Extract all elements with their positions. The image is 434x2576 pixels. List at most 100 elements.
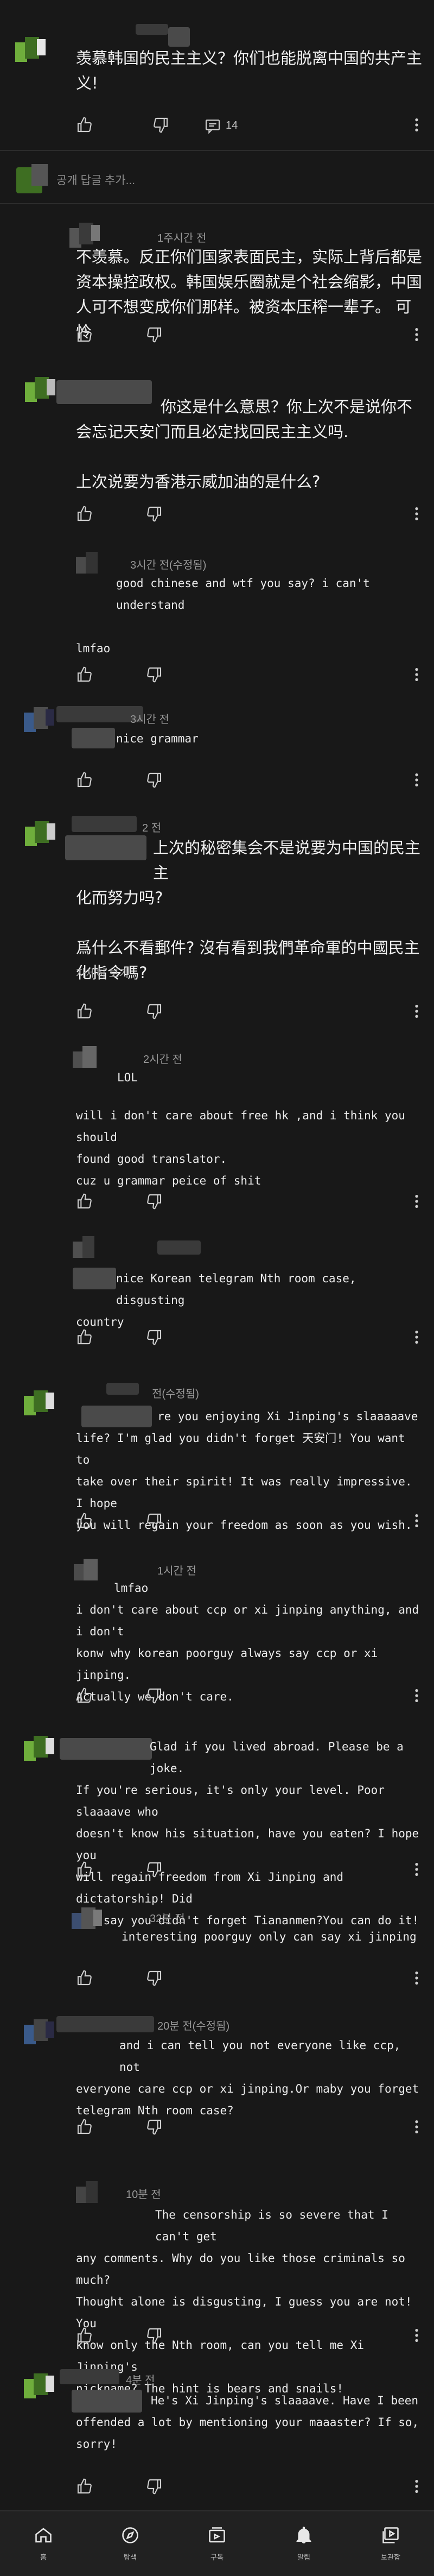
reply-actions bbox=[76, 505, 239, 527]
dislike-icon[interactable] bbox=[145, 1969, 163, 1987]
more-icon[interactable] bbox=[408, 1969, 425, 1987]
like-icon[interactable] bbox=[76, 326, 93, 343]
reply-avatar[interactable] bbox=[76, 2181, 98, 2203]
like-icon[interactable] bbox=[76, 771, 93, 789]
reply-avatar[interactable] bbox=[24, 707, 54, 738]
reply-text: interesting poorguy only can say xi jinp… bbox=[122, 1930, 417, 1943]
dislike-icon[interactable] bbox=[145, 326, 163, 343]
like-icon[interactable] bbox=[76, 1969, 93, 1987]
author-blur bbox=[106, 1383, 139, 1395]
like-icon[interactable] bbox=[76, 2327, 93, 2344]
more-icon[interactable] bbox=[408, 1328, 425, 1346]
reply-avatar[interactable] bbox=[73, 1236, 94, 1258]
nav-label: 보관함 bbox=[381, 2553, 400, 2561]
like-icon[interactable] bbox=[76, 1003, 93, 1020]
more-icon[interactable] bbox=[408, 2327, 425, 2344]
reply-count: 14 bbox=[226, 119, 238, 131]
author-blur bbox=[60, 2369, 119, 2384]
nav-explore[interactable]: 탐색 bbox=[87, 2511, 174, 2576]
dislike-icon[interactable] bbox=[145, 2118, 163, 2136]
like-icon[interactable] bbox=[76, 1861, 93, 1878]
reply-time: 20분 전(수정됨) bbox=[157, 2020, 230, 2032]
more-icon[interactable] bbox=[408, 2478, 425, 2495]
like-icon[interactable] bbox=[76, 505, 93, 522]
reply-avatar[interactable] bbox=[24, 1390, 54, 1421]
divider bbox=[0, 203, 434, 204]
nav-notifications[interactable]: 알림 bbox=[260, 2511, 347, 2576]
reply-avatar[interactable] bbox=[76, 552, 98, 574]
more-icon[interactable] bbox=[408, 116, 425, 134]
dislike-icon[interactable] bbox=[145, 1687, 163, 1704]
reply-actions bbox=[76, 326, 239, 348]
reply-avatar[interactable] bbox=[24, 1736, 54, 1766]
reply-actions bbox=[76, 1193, 239, 1214]
reply-text: and i can tell you not everyone like ccp… bbox=[76, 2039, 419, 2117]
bottom-nav: 홈 탐색 구독 알림 보관함 bbox=[0, 2510, 434, 2576]
dislike-icon[interactable] bbox=[145, 1193, 163, 1210]
more-icon[interactable] bbox=[408, 1861, 425, 1878]
dislike-icon[interactable] bbox=[145, 2478, 163, 2495]
nav-library[interactable]: 보관함 bbox=[347, 2511, 434, 2576]
like-icon[interactable] bbox=[76, 1328, 93, 1346]
reply-time: 2시간 전 bbox=[143, 1054, 182, 1066]
nav-subscriptions[interactable]: 구독 bbox=[174, 2511, 260, 2576]
reply-text: The censorship is so severe that I can't… bbox=[76, 2208, 412, 2395]
more-icon[interactable] bbox=[408, 1193, 425, 1210]
nav-label: 탐색 bbox=[124, 2553, 137, 2561]
more-icon[interactable] bbox=[408, 2118, 425, 2136]
reply-actions bbox=[76, 1512, 239, 1534]
more-icon[interactable] bbox=[408, 1003, 425, 1020]
dislike-icon[interactable] bbox=[145, 771, 163, 789]
reply-avatar[interactable] bbox=[25, 821, 55, 852]
more-icon[interactable] bbox=[408, 1687, 425, 1704]
like-icon[interactable] bbox=[76, 1512, 93, 1529]
reply-actions bbox=[76, 771, 239, 793]
top-comment-actions: 14 bbox=[76, 116, 423, 138]
like-icon[interactable] bbox=[76, 116, 93, 134]
dislike-icon[interactable] bbox=[145, 1512, 163, 1529]
reply-avatar[interactable] bbox=[73, 1046, 105, 1068]
reply-actions bbox=[76, 1687, 239, 1709]
like-icon[interactable] bbox=[76, 1193, 93, 1210]
dislike-icon[interactable] bbox=[145, 505, 163, 522]
like-icon[interactable] bbox=[76, 2118, 93, 2136]
more-icon[interactable] bbox=[408, 771, 425, 789]
reply-actions bbox=[76, 2118, 239, 2140]
reply-text: LOL will i don't care about free hk ,and… bbox=[76, 1071, 405, 1187]
reply-input-placeholder[interactable]: 공개 답글 추가... bbox=[56, 172, 135, 188]
reply-time: 4분 전 bbox=[126, 2375, 155, 2386]
more-icon[interactable] bbox=[408, 326, 425, 343]
dislike-icon[interactable] bbox=[145, 666, 163, 683]
like-icon[interactable] bbox=[76, 1687, 93, 1704]
top-comment-author-blur-2 bbox=[168, 27, 190, 47]
top-comment-author-blur bbox=[136, 24, 168, 35]
nav-home[interactable]: 홈 bbox=[0, 2511, 87, 2576]
reply-avatar[interactable] bbox=[24, 2373, 54, 2404]
reply-actions bbox=[76, 2327, 239, 2348]
top-comment-text: 羡慕韩国的民主主义？你们也能脱离中国的共产主 义! bbox=[76, 49, 423, 92]
dislike-icon[interactable] bbox=[145, 2327, 163, 2344]
more-icon[interactable] bbox=[408, 666, 425, 683]
like-icon[interactable] bbox=[76, 666, 93, 683]
reply-avatar[interactable] bbox=[24, 2019, 54, 2050]
nav-label: 구독 bbox=[210, 2553, 224, 2561]
translate-link[interactable]: 자세히 보기 bbox=[76, 965, 129, 980]
like-icon[interactable] bbox=[76, 2478, 93, 2495]
reply-avatar[interactable] bbox=[25, 377, 55, 407]
dislike-icon[interactable] bbox=[145, 1861, 163, 1878]
reply-text: 上次的秘密集会不是说要为中国的民主主 化而努力吗? 爲什么不看郵件? 沒有看到我… bbox=[76, 839, 421, 982]
more-icon[interactable] bbox=[408, 505, 425, 522]
top-comment-avatar[interactable] bbox=[15, 37, 46, 67]
reply-icon[interactable] bbox=[204, 117, 221, 135]
more-icon[interactable] bbox=[408, 1512, 425, 1529]
dislike-icon[interactable] bbox=[145, 1328, 163, 1346]
dislike-icon[interactable] bbox=[145, 1003, 163, 1020]
reply-text: He's Xi Jinping's slaaaave. Have I been … bbox=[76, 2394, 419, 2451]
reply-compose[interactable]: 공개 답글 추가... bbox=[0, 151, 434, 203]
dislike-icon[interactable] bbox=[152, 116, 169, 134]
library-icon bbox=[381, 2525, 400, 2545]
author-blur bbox=[72, 816, 137, 832]
nav-label: 홈 bbox=[40, 2553, 47, 2561]
home-icon bbox=[34, 2525, 53, 2545]
reply-actions bbox=[76, 1328, 239, 1350]
